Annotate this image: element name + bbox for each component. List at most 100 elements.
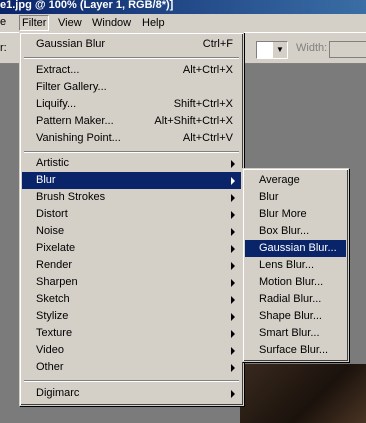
filter-item-distort[interactable]: Distort bbox=[22, 206, 241, 223]
filter-item-artistic[interactable]: Artistic bbox=[22, 155, 241, 172]
menu-item-label: Average bbox=[259, 174, 300, 186]
menu-item-shortcut: Alt+Shift+Ctrl+X bbox=[154, 115, 233, 127]
window-title-bar: e1.jpg @ 100% (Layer 1, RGB/8*)] bbox=[0, 0, 366, 14]
menu-item-label: Digimarc bbox=[36, 387, 80, 399]
submenu-arrow-icon bbox=[231, 245, 235, 253]
blur-item-average[interactable]: Average bbox=[245, 172, 346, 189]
submenu-arrow-icon bbox=[231, 330, 235, 338]
menu-item-label: Other bbox=[36, 361, 64, 373]
menu-item-label: Extract... bbox=[36, 64, 80, 76]
menu-view[interactable]: View bbox=[58, 16, 82, 30]
menu-item-label: Render bbox=[36, 259, 73, 271]
blur-item-box-blur[interactable]: Box Blur... bbox=[245, 223, 346, 240]
filter-item-brush-strokes[interactable]: Brush Strokes bbox=[22, 189, 241, 206]
options-partial-label: r: bbox=[0, 42, 7, 54]
menu-item-label: Noise bbox=[36, 225, 65, 237]
menu-item-label: Pixelate bbox=[36, 242, 76, 254]
menu-separator bbox=[24, 380, 239, 382]
menu-separator bbox=[24, 57, 239, 59]
menu-item-label: Sharpen bbox=[36, 276, 78, 288]
filter-item-blur[interactable]: Blur bbox=[22, 172, 241, 189]
menu-item-label: Liquify... bbox=[36, 98, 77, 110]
filter-item-vanishing-point[interactable]: Vanishing Point... Alt+Ctrl+V bbox=[22, 130, 241, 147]
submenu-arrow-icon bbox=[231, 313, 235, 321]
menu-item-label: Gaussian Blur bbox=[36, 38, 106, 50]
submenu-arrow-icon bbox=[231, 262, 235, 270]
submenu-arrow-icon bbox=[231, 347, 235, 355]
menu-item-label: Filter Gallery... bbox=[36, 81, 107, 93]
filter-menu: Gaussian Blur Ctrl+F Extract... Alt+Ctrl… bbox=[19, 32, 244, 406]
menu-help[interactable]: Help bbox=[142, 16, 165, 30]
filter-item-filter-gallery[interactable]: Filter Gallery... bbox=[22, 79, 241, 96]
menu-partial-item[interactable]: e bbox=[0, 16, 6, 28]
menu-item-label: Blur More bbox=[259, 208, 307, 220]
filter-item-noise[interactable]: Noise bbox=[22, 223, 241, 240]
menu-item-label: Shape Blur... bbox=[259, 310, 322, 322]
submenu-arrow-icon bbox=[231, 228, 235, 236]
submenu-arrow-icon bbox=[231, 177, 235, 185]
menu-item-label: Stylize bbox=[36, 310, 69, 322]
menu-item-label: Video bbox=[36, 344, 64, 356]
width-label: Width: bbox=[296, 42, 328, 54]
filter-item-sketch[interactable]: Sketch bbox=[22, 291, 241, 308]
filter-item-sharpen[interactable]: Sharpen bbox=[22, 274, 241, 291]
blur-item-radial-blur[interactable]: Radial Blur... bbox=[245, 291, 346, 308]
filter-item-texture[interactable]: Texture bbox=[22, 325, 241, 342]
blur-item-blur[interactable]: Blur bbox=[245, 189, 346, 206]
menu-item-shortcut: Ctrl+F bbox=[202, 38, 233, 50]
menu-item-label: Box Blur... bbox=[259, 225, 310, 237]
menu-item-label: Artistic bbox=[36, 157, 69, 169]
filter-item-other[interactable]: Other bbox=[22, 359, 241, 376]
blur-item-blur-more[interactable]: Blur More bbox=[245, 206, 346, 223]
image-preview bbox=[240, 364, 366, 423]
blur-submenu: Average Blur Blur More Box Blur... Gauss… bbox=[242, 168, 349, 362]
filter-item-pixelate[interactable]: Pixelate bbox=[22, 240, 241, 257]
submenu-arrow-icon bbox=[231, 160, 235, 168]
submenu-arrow-icon bbox=[231, 364, 235, 372]
menu-item-label: Motion Blur... bbox=[259, 276, 324, 288]
menu-bar: e Filter View Window Help bbox=[0, 14, 366, 33]
width-input[interactable] bbox=[329, 41, 366, 58]
menu-window[interactable]: Window bbox=[92, 16, 131, 30]
menu-item-label: Blur bbox=[259, 191, 279, 203]
menu-separator bbox=[24, 151, 239, 153]
filter-item-liquify[interactable]: Liquify... Shift+Ctrl+X bbox=[22, 96, 241, 113]
menu-item-label: Vanishing Point... bbox=[36, 132, 121, 144]
menu-item-label: Distort bbox=[36, 208, 68, 220]
submenu-arrow-icon bbox=[231, 279, 235, 287]
menu-item-label: Lens Blur... bbox=[259, 259, 315, 271]
submenu-arrow-icon bbox=[231, 211, 235, 219]
menu-item-label: Pattern Maker... bbox=[36, 115, 114, 127]
filter-item-pattern-maker[interactable]: Pattern Maker... Alt+Shift+Ctrl+X bbox=[22, 113, 241, 130]
menu-item-label: Radial Blur... bbox=[259, 293, 322, 305]
menu-item-label: Texture bbox=[36, 327, 73, 339]
blur-item-lens-blur[interactable]: Lens Blur... bbox=[245, 257, 346, 274]
menu-item-shortcut: Alt+Ctrl+V bbox=[182, 132, 233, 144]
filter-item-extract[interactable]: Extract... Alt+Ctrl+X bbox=[22, 62, 241, 79]
submenu-arrow-icon bbox=[231, 194, 235, 202]
menu-item-label: Surface Blur... bbox=[259, 344, 329, 356]
menu-item-label: Blur bbox=[36, 174, 56, 186]
menu-item-label: Gaussian Blur... bbox=[259, 242, 337, 254]
menu-item-shortcut: Alt+Ctrl+X bbox=[182, 64, 233, 76]
menu-item-label: Sketch bbox=[36, 293, 70, 305]
menu-filter[interactable]: Filter bbox=[19, 15, 50, 31]
blur-item-shape-blur[interactable]: Shape Blur... bbox=[245, 308, 346, 325]
options-dropdown[interactable]: ▼ bbox=[256, 41, 288, 59]
chevron-down-icon[interactable]: ▼ bbox=[272, 42, 287, 58]
blur-item-surface-blur[interactable]: Surface Blur... bbox=[245, 342, 346, 359]
submenu-arrow-icon bbox=[231, 296, 235, 304]
blur-item-motion-blur[interactable]: Motion Blur... bbox=[245, 274, 346, 291]
filter-item-video[interactable]: Video bbox=[22, 342, 241, 359]
filter-item-stylize[interactable]: Stylize bbox=[22, 308, 241, 325]
blur-item-smart-blur[interactable]: Smart Blur... bbox=[245, 325, 346, 342]
filter-item-render[interactable]: Render bbox=[22, 257, 241, 274]
filter-item-digimarc[interactable]: Digimarc bbox=[22, 385, 241, 402]
menu-item-shortcut: Shift+Ctrl+X bbox=[173, 98, 233, 110]
menu-item-label: Smart Blur... bbox=[259, 327, 320, 339]
filter-item-gaussian-blur-last[interactable]: Gaussian Blur Ctrl+F bbox=[22, 36, 241, 53]
window-title: e1.jpg @ 100% (Layer 1, RGB/8*)] bbox=[0, 0, 174, 11]
menu-item-label: Brush Strokes bbox=[36, 191, 106, 203]
blur-item-gaussian-blur[interactable]: Gaussian Blur... bbox=[245, 240, 346, 257]
submenu-arrow-icon bbox=[231, 390, 235, 398]
